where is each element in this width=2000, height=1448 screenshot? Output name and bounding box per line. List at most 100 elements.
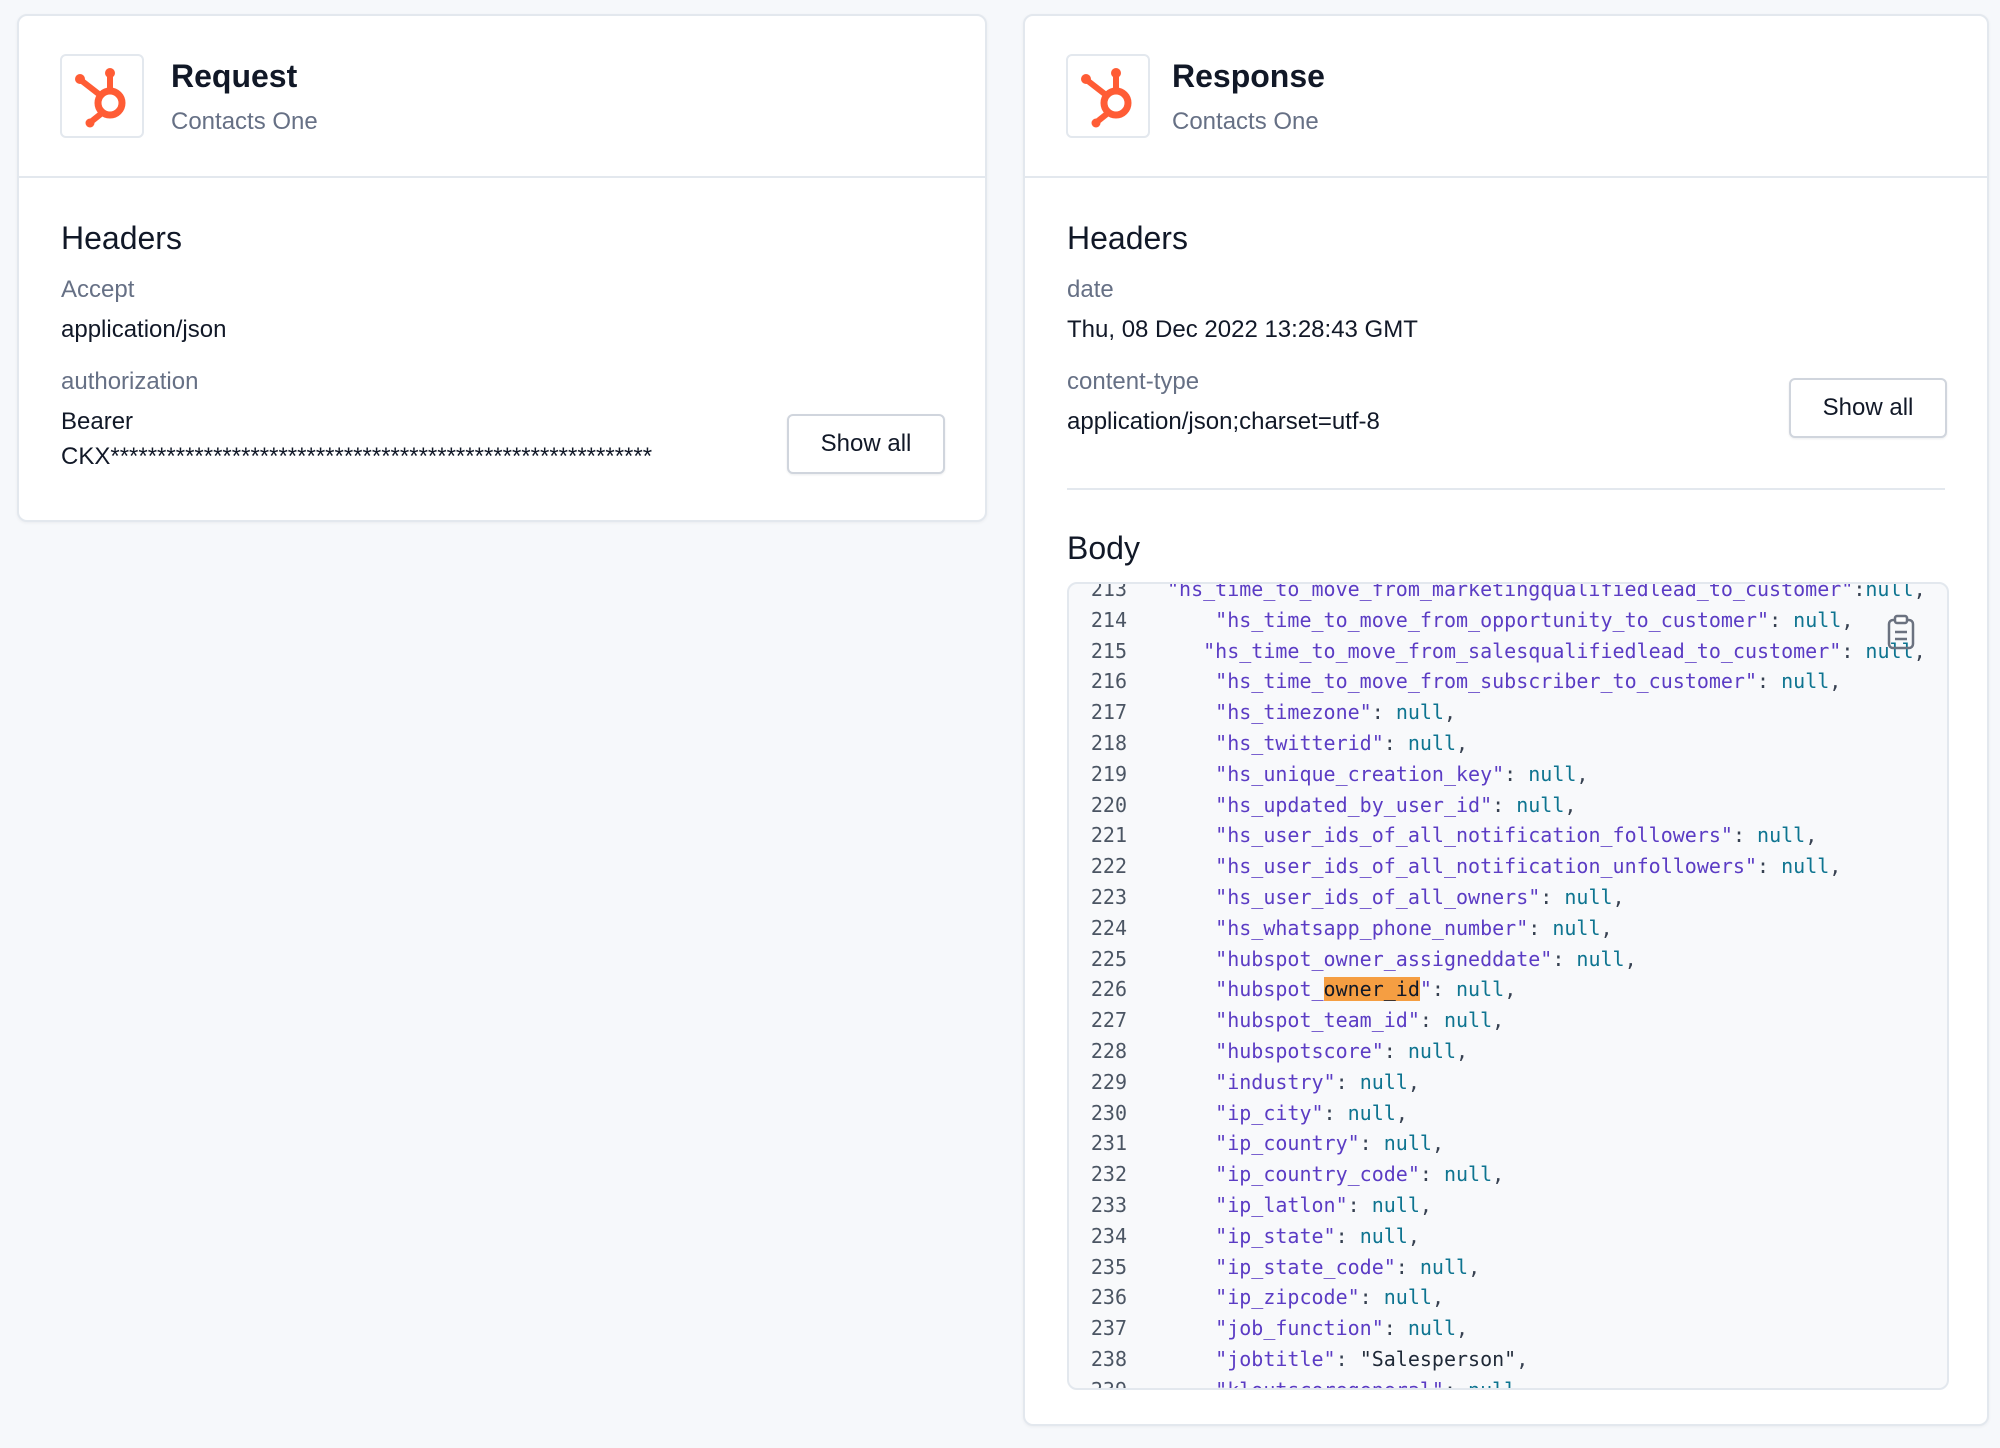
request-panel: Request Contacts One Headers Accept appl… <box>17 14 987 522</box>
json-key: "hs_user_ids_of_all_notification_unfollo… <box>1215 854 1758 879</box>
response-header-value: Thu, 08 Dec 2022 13:28:43 GMT <box>1067 316 1418 343</box>
json-key: "hs_time_to_move_from_opportunity_to_cus… <box>1215 607 1770 632</box>
line-number: 217 <box>1090 700 1127 725</box>
json-value: null <box>1383 1131 1432 1156</box>
code-text: "jobtitle": "Salesperson", <box>1215 1346 1529 1371</box>
line-number: 225 <box>1090 946 1127 971</box>
line-number: 221 <box>1090 823 1127 848</box>
code-text: "ip_country_code": null, <box>1215 1162 1505 1187</box>
json-value: null <box>1347 1100 1396 1125</box>
json-key: "ip_zipcode" <box>1215 1285 1360 1310</box>
response-subtitle: Contacts One <box>1172 108 1319 135</box>
code-line: 224 "hs_whatsapp_phone_number": null, <box>1069 913 1947 944</box>
json-key: "hs_updated_by_user_id" <box>1215 792 1493 817</box>
code-text: "hs_whatsapp_phone_number": null, <box>1215 915 1613 940</box>
code-text: "job_function": null, <box>1215 1316 1469 1341</box>
code-line: 225 "hubspot_owner_assigneddate": null, <box>1069 944 1947 975</box>
code-line: 230 "ip_city": null, <box>1069 1098 1947 1129</box>
code-line: 232 "ip_country_code": null, <box>1069 1159 1947 1190</box>
json-key: "kloutscoregeneral" <box>1215 1377 1444 1390</box>
request-header-key: authorization <box>61 368 199 395</box>
line-number: 234 <box>1090 1223 1127 1248</box>
json-value: null <box>1407 1038 1457 1063</box>
json-key: "ip_country" <box>1215 1131 1360 1156</box>
json-key: "hs_whatsapp_phone_number" <box>1215 915 1529 940</box>
json-key: "hs_time_to_move_from_salesqualifiedlead… <box>1203 638 1842 663</box>
code-line: 228 "hubspotscore": null, <box>1069 1036 1947 1067</box>
request-title: Request <box>171 58 298 94</box>
line-number: 229 <box>1090 1069 1127 1094</box>
code-line: 223 "hs_user_ids_of_all_owners": null, <box>1069 882 1947 913</box>
line-number: 214 <box>1090 607 1127 632</box>
clipboard-copy-icon[interactable] <box>1885 614 1917 650</box>
code-line: 222 "hs_user_ids_of_all_notification_unf… <box>1069 851 1947 882</box>
response-headers-title: Headers <box>1067 220 1188 256</box>
response-title: Response <box>1172 58 1325 94</box>
code-line: 220 "hs_updated_by_user_id": null, <box>1069 790 1947 821</box>
response-body-title: Body <box>1067 530 1140 566</box>
code-line: 239 "kloutscoregeneral": null, <box>1069 1375 1947 1390</box>
json-value: null <box>1564 884 1613 909</box>
line-number: 226 <box>1090 977 1127 1002</box>
line-number: 222 <box>1090 854 1127 879</box>
code-line: 229 "industry": null, <box>1069 1067 1947 1098</box>
json-value: null <box>1443 1008 1493 1033</box>
code-line: 234 "ip_state": null, <box>1069 1221 1947 1252</box>
code-text: "hs_user_ids_of_all_owners": null, <box>1215 884 1625 909</box>
json-value: null <box>1443 1162 1493 1187</box>
response-header-value: application/json;charset=utf-8 <box>1067 408 1380 435</box>
section-divider <box>1067 488 1945 490</box>
code-line: 237 "job_function": null, <box>1069 1313 1947 1344</box>
response-show-all-button[interactable]: Show all <box>1789 378 1947 438</box>
code-line: 236 "ip_zipcode": null, <box>1069 1282 1947 1313</box>
code-text: "hs_timezone": null, <box>1215 700 1457 725</box>
json-value: null <box>1781 669 1830 694</box>
json-value: null <box>1407 1316 1457 1341</box>
code-line: 238 "jobtitle": "Salesperson", <box>1069 1344 1947 1375</box>
json-value: null <box>1757 823 1806 848</box>
request-header-value: application/json <box>61 316 227 343</box>
line-number: 231 <box>1090 1131 1127 1156</box>
line-number: 219 <box>1090 761 1127 786</box>
line-number: 227 <box>1090 1008 1127 1033</box>
code-line: 233 "ip_latlon": null, <box>1069 1190 1947 1221</box>
json-key: "hs_user_ids_of_all_owners" <box>1215 884 1541 909</box>
response-header-key: content-type <box>1067 368 1200 395</box>
json-key: "ip_country_code" <box>1215 1162 1420 1187</box>
code-text: "hubspot_owner_assigneddate": null, <box>1215 946 1637 971</box>
line-number: 235 <box>1090 1254 1127 1279</box>
code-text: "hs_time_to_move_from_salesqualifiedlead… <box>1203 638 1926 663</box>
line-number: 215 <box>1090 638 1127 663</box>
code-line: 221 "hs_user_ids_of_all_notification_fol… <box>1069 820 1947 851</box>
code-text: "ip_state_code": null, <box>1215 1254 1481 1279</box>
code-line: 226 "hubspot_owner_id": null, <box>1069 974 1947 1005</box>
code-line: 235 "ip_state_code": null, <box>1069 1252 1947 1283</box>
json-value: null <box>1407 730 1457 755</box>
code-text: "hs_twitterid": null, <box>1215 730 1469 755</box>
line-number: 232 <box>1090 1162 1127 1187</box>
request-panel-header: Request Contacts One <box>19 16 985 178</box>
line-number: 224 <box>1090 915 1127 940</box>
code-text: "hubspot_team_id": null, <box>1215 1008 1505 1033</box>
json-value: null <box>1359 1223 1408 1248</box>
json-value: null <box>1552 915 1601 940</box>
code-line: 216 "hs_time_to_move_from_subscriber_to_… <box>1069 666 1947 697</box>
json-value: null <box>1468 1377 1517 1390</box>
request-show-all-button[interactable]: Show all <box>787 414 945 474</box>
json-key: "ip_state_code" <box>1215 1254 1396 1279</box>
response-body-code-viewer[interactable]: 213 "hs_time_to_move_from_marketingqualif… <box>1067 582 1949 1390</box>
json-key: "hs_user_ids_of_all_notification_followe… <box>1215 823 1733 848</box>
code-line: 227 "hubspot_team_id": null, <box>1069 1005 1947 1036</box>
line-number: 216 <box>1090 669 1127 694</box>
line-number: 230 <box>1090 1100 1127 1125</box>
code-line: 215 "hs_time_to_move_from_salesqualified… <box>1069 636 1947 667</box>
hubspot-logo-icon <box>60 54 144 138</box>
code-text: "hs_time_to_move_from_subscriber_to_cust… <box>1215 669 1842 694</box>
code-text: "ip_city": null, <box>1215 1100 1408 1125</box>
json-key: "ip_city" <box>1215 1100 1324 1125</box>
request-header-value: Bearer CKX******************************… <box>61 408 653 470</box>
code-text: "kloutscoregeneral": null, <box>1127 1375 1528 1390</box>
json-key: "hs_timezone" <box>1215 700 1372 725</box>
code-line: 213 "hs_time_to_move_from_marketingqualif… <box>1069 584 1947 605</box>
code-text: "ip_state": null, <box>1215 1223 1420 1248</box>
